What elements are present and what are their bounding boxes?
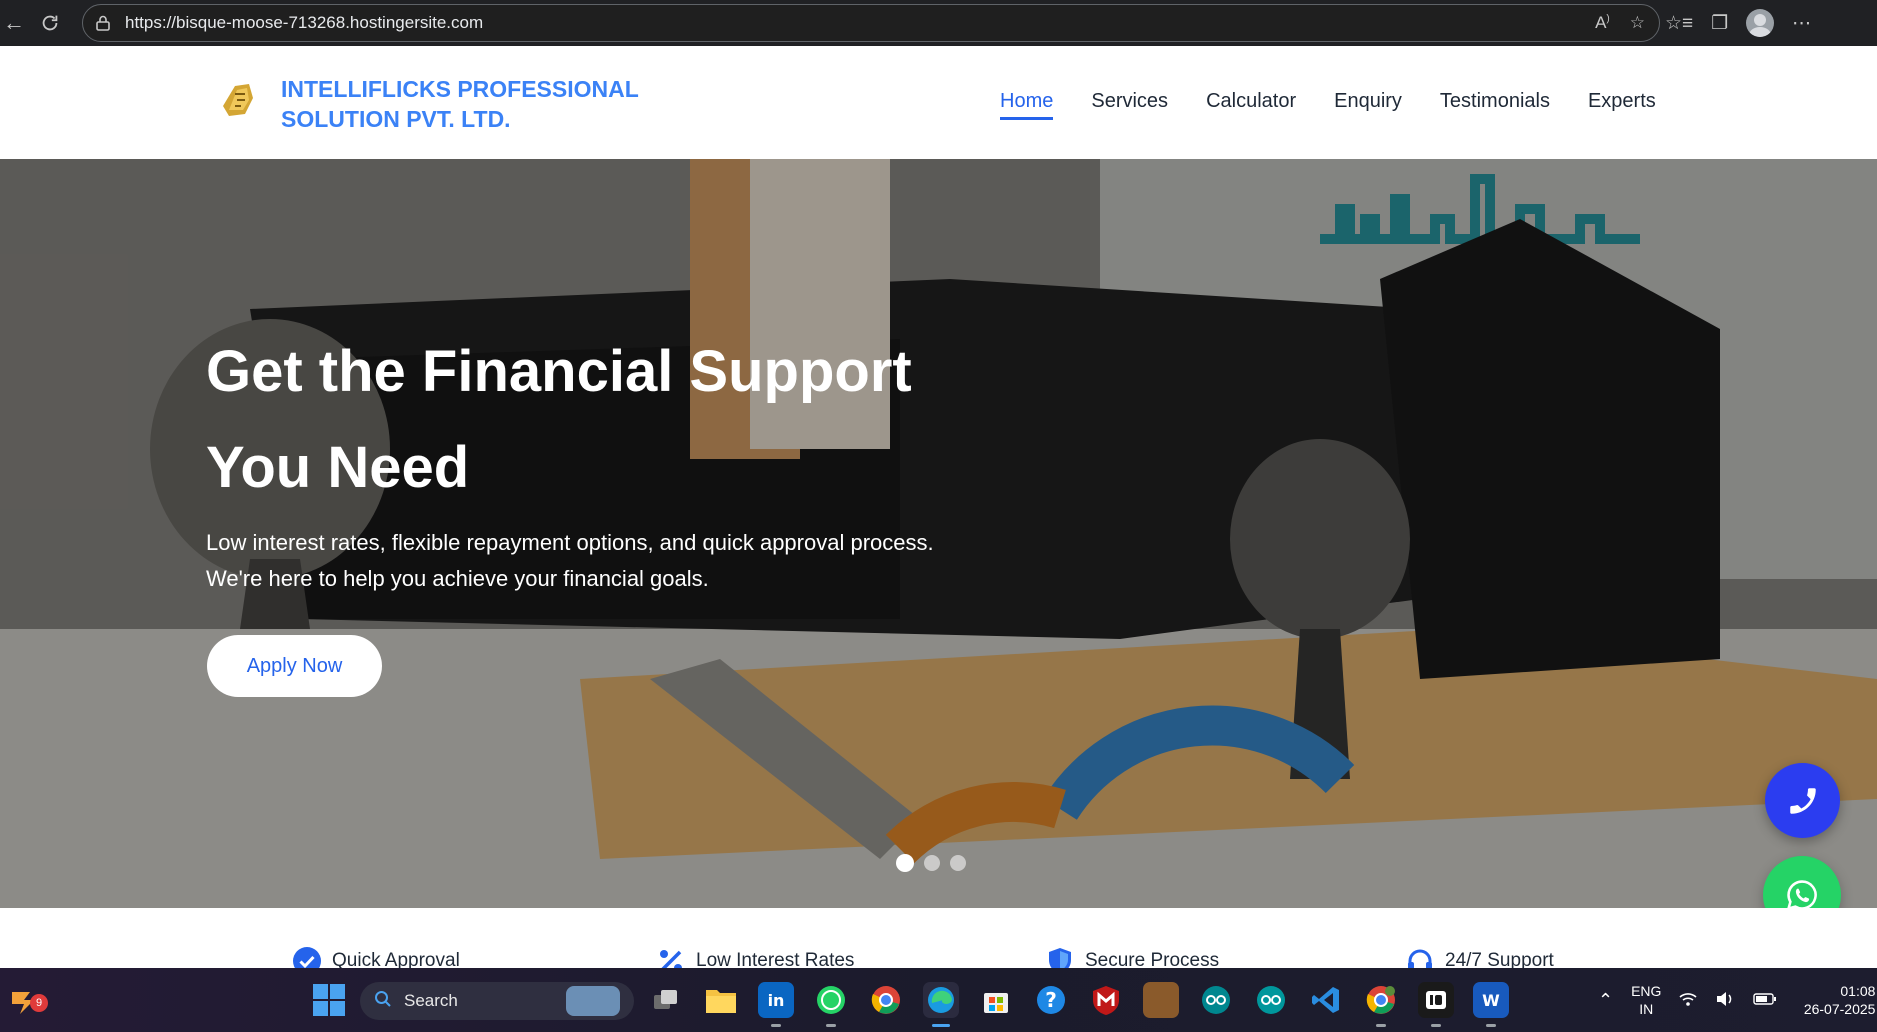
whatsapp-app-icon[interactable] — [813, 982, 849, 1027]
carousel-dot-2[interactable] — [924, 855, 940, 871]
nav-home[interactable]: Home — [1000, 90, 1054, 120]
profile-icon[interactable] — [1746, 9, 1775, 37]
help-icon[interactable]: ? — [1033, 982, 1069, 1018]
edge-icon[interactable] — [923, 982, 959, 1027]
photo-app-icon[interactable] — [1143, 982, 1179, 1018]
language-line-2: IN — [1639, 1001, 1654, 1017]
clock[interactable]: 01:08 26-07-2025 — [1795, 982, 1876, 1018]
taskbar-search[interactable]: Search — [360, 982, 634, 1020]
word-icon[interactable]: W — [1473, 982, 1509, 1027]
hero-title: Get the Financial Support You Need — [206, 324, 1006, 516]
chrome-icon[interactable] — [868, 982, 904, 1018]
media-app-icon[interactable] — [1418, 982, 1454, 1027]
hero-subtitle: Low interest rates, flexible repayment o… — [206, 525, 1006, 597]
task-view-icon[interactable] — [648, 982, 684, 1018]
favorites-icon[interactable]: ☆≡ — [1665, 12, 1693, 35]
hero-title-line-2: You Need — [206, 435, 470, 500]
taskbar: 9 Search in ? W ⌃ ENG IN 01:08 26-07-202… — [0, 968, 1877, 1032]
search-highlight-icon — [566, 986, 620, 1016]
chevron-up-icon[interactable]: ⌃ — [1598, 990, 1613, 1011]
address-bar[interactable]: https://bisque-moose-713268.hostingersit… — [82, 4, 1660, 42]
apply-now-button[interactable]: Apply Now — [207, 635, 382, 697]
nav-services[interactable]: Services — [1091, 90, 1168, 113]
lock-icon[interactable] — [95, 15, 111, 31]
read-aloud-icon[interactable]: A) — [1595, 13, 1610, 33]
widgets-icon[interactable]: 9 — [8, 982, 48, 1018]
whatsapp-icon — [1786, 880, 1817, 911]
nav-calculator[interactable]: Calculator — [1206, 90, 1296, 113]
extensions-icon[interactable]: ❐ — [1711, 12, 1728, 35]
wifi-icon[interactable] — [1679, 991, 1697, 1010]
favorite-star-icon[interactable]: ☆ — [1630, 13, 1645, 33]
clock-date: 26-07-2025 — [1803, 1001, 1876, 1017]
carousel-dot-3[interactable] — [950, 855, 966, 871]
phone-icon — [1789, 787, 1816, 814]
language-indicator[interactable]: ENG IN — [1631, 982, 1661, 1018]
linkedin-icon[interactable]: in — [758, 982, 794, 1027]
arduino-ide-icon[interactable] — [1253, 982, 1289, 1018]
back-icon[interactable]: ← — [0, 0, 28, 46]
system-tray: ⌃ ENG IN 01:08 26-07-2025 — [1598, 968, 1875, 1032]
brand-name[interactable]: INTELLIFLICKS PROFESSIONAL SOLUTION PVT.… — [281, 74, 701, 134]
main-nav: Home Services Calculator Enquiry Testimo… — [1000, 90, 1656, 120]
microsoft-store-icon[interactable] — [978, 982, 1014, 1018]
chrome-profile-icon[interactable] — [1363, 982, 1399, 1027]
hero-subtitle-line-1: Low interest rates, flexible repayment o… — [206, 530, 934, 555]
company-logo-icon[interactable] — [215, 76, 261, 122]
features-strip: Quick Approval Low Interest Rates Secure… — [0, 908, 1877, 975]
nav-enquiry[interactable]: Enquiry — [1334, 90, 1402, 113]
language-line-1: ENG — [1631, 983, 1662, 999]
volume-icon[interactable] — [1715, 991, 1735, 1010]
svg-text:?: ? — [1045, 988, 1057, 1012]
url-text[interactable]: https://bisque-moose-713268.hostingersit… — [125, 13, 483, 33]
arduino-icon[interactable] — [1198, 982, 1234, 1018]
carousel-dot-1[interactable] — [896, 854, 914, 872]
hero-subtitle-line-2: We're here to help you achieve your fina… — [206, 566, 709, 591]
browser-toolbar: ← https://bisque-moose-713268.hostingers… — [0, 0, 1877, 46]
carousel-indicators — [896, 854, 966, 872]
call-button[interactable] — [1765, 763, 1840, 838]
battery-icon[interactable] — [1753, 992, 1777, 1009]
hero-title-line-1: Get the Financial Support — [206, 339, 912, 404]
more-icon[interactable]: ⋯ — [1792, 12, 1811, 35]
windows-start-icon[interactable] — [313, 984, 345, 1016]
widget-badge: 9 — [30, 994, 48, 1012]
vscode-icon[interactable] — [1308, 982, 1344, 1018]
taskbar-apps: in ? W — [648, 982, 1509, 1027]
site-header: INTELLIFLICKS PROFESSIONAL SOLUTION PVT.… — [0, 46, 1877, 159]
file-explorer-icon[interactable] — [703, 982, 739, 1018]
search-placeholder: Search — [404, 991, 458, 1010]
search-icon — [374, 990, 392, 1013]
refresh-icon[interactable] — [30, 0, 70, 46]
clock-time: 01:08 — [1840, 983, 1876, 999]
hero-carousel: Get the Financial Support You Need Low i… — [0, 159, 1877, 908]
mcafee-icon[interactable] — [1088, 982, 1124, 1018]
nav-testimonials[interactable]: Testimonials — [1440, 90, 1550, 113]
nav-experts[interactable]: Experts — [1588, 90, 1656, 113]
